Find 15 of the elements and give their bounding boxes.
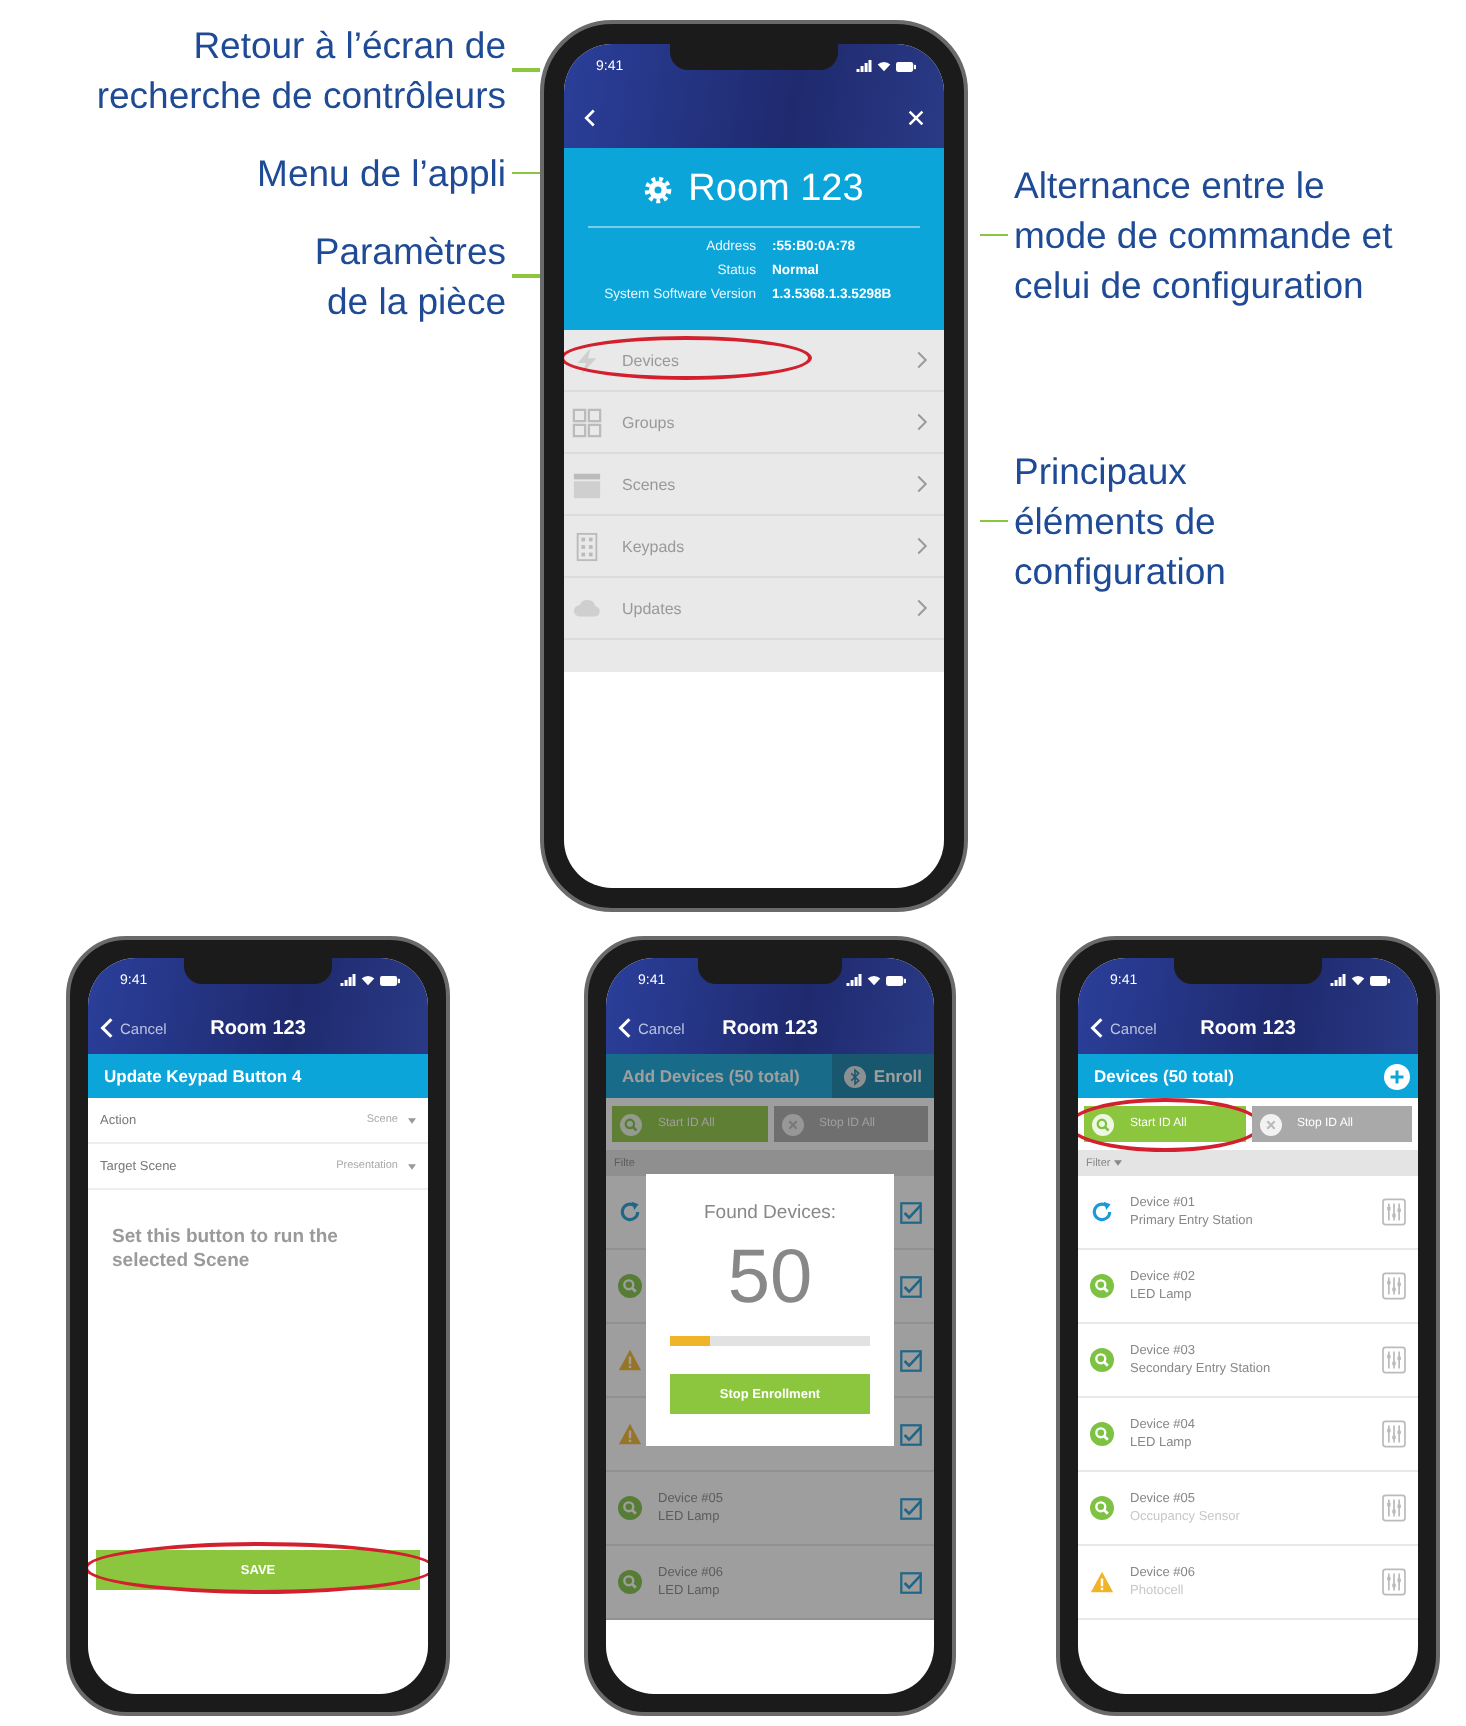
- room-title: Room 123: [688, 168, 864, 212]
- dialog-title: Found Devices:: [703, 1202, 836, 1224]
- section-header: Add Devices (50 total) Enroll: [606, 1054, 934, 1098]
- section-header: Devices (50 total): [1078, 1054, 1418, 1098]
- message-text: Set this button to run the selected Scene: [112, 1226, 340, 1274]
- device-count: 50: [727, 1240, 813, 1316]
- annotation-text: Paramètres de la pièce: [314, 228, 506, 326]
- section-header: Update Keypad Button 4: [88, 1054, 428, 1098]
- annotation-text: Retour à l’écran de recherche de contrôleurs: [96, 22, 506, 120]
- screen-title: Room 123: [1200, 1017, 1296, 1039]
- screen-title: Room 123: [722, 1017, 818, 1039]
- annotation-text: Alternance entre le mode de commande et celui de configuration: [1014, 162, 1393, 310]
- annotation-text: Principaux éléments de configuration: [1014, 448, 1226, 596]
- screen-title: Room 123: [210, 1017, 306, 1039]
- annotation-text: Menu de l’appli: [257, 150, 506, 198]
